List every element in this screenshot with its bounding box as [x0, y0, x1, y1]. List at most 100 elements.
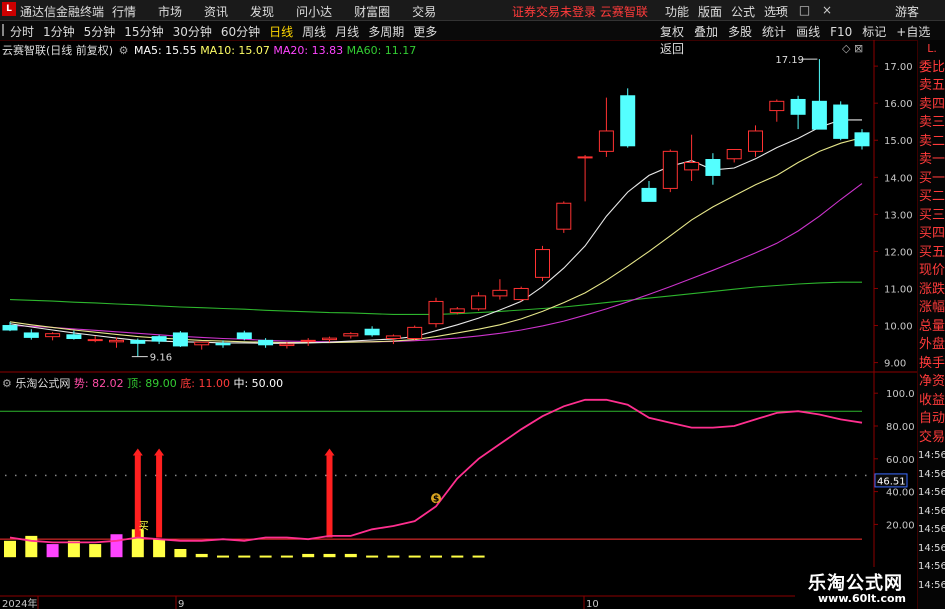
tool-button-3[interactable]: 统计: [762, 23, 786, 40]
candle-38: [811, 59, 827, 130]
signal-bar: [156, 455, 163, 538]
sidebar-item-7[interactable]: 买二: [918, 188, 945, 207]
mid-dot: [425, 474, 427, 477]
period-tab-5[interactable]: 60分钟: [221, 23, 260, 40]
sidebar-item-10[interactable]: 买五: [918, 244, 945, 263]
mid-dot: [655, 474, 657, 477]
candle-body: [471, 295, 487, 310]
sidebar-item-13[interactable]: 涨幅: [918, 299, 945, 318]
tool-button-0[interactable]: 复权: [660, 23, 684, 40]
period-tab-3[interactable]: 15分钟: [124, 23, 163, 40]
sidebar-item-5[interactable]: 卖一: [918, 151, 945, 170]
sidebar-item-17[interactable]: 净资: [918, 373, 945, 392]
window-controls[interactable]: — □ ×: [775, 3, 836, 17]
right-menu-item-2[interactable]: 公式: [731, 3, 755, 20]
candle-body: [854, 132, 870, 147]
menu-item-2[interactable]: 资讯: [204, 3, 228, 20]
sidebar-item-6[interactable]: 买一: [918, 170, 945, 189]
sidebar-item-2[interactable]: 卖四: [918, 96, 945, 115]
sidebar-item-27[interactable]: 14:56: [918, 558, 945, 577]
candle-28: [598, 97, 614, 157]
sidebar-item-20[interactable]: 交易: [918, 429, 945, 448]
sidebar-item-8[interactable]: 买三: [918, 207, 945, 226]
sidebar-item-26[interactable]: 14:56: [918, 540, 945, 559]
mid-dot: [715, 474, 717, 477]
price-tick-label-2: 15.00: [884, 136, 913, 147]
signal-arrow-icon: [132, 448, 143, 456]
guest-button[interactable]: 游客: [895, 3, 919, 20]
candle-8: [172, 331, 188, 348]
candle-body: [684, 161, 700, 171]
candle-26: [556, 201, 572, 233]
mid-dot: [635, 474, 637, 477]
mid-dot: [555, 474, 557, 477]
sidebar-item-12[interactable]: 涨跌: [918, 281, 945, 300]
indicator-panel: 买$: [0, 398, 867, 558]
indicator-bar-10: [217, 555, 229, 558]
sidebar-item-9[interactable]: 买四: [918, 225, 945, 244]
login-notice[interactable]: 证券交易未登录 云赛智联: [512, 3, 648, 20]
sidebar-item-4[interactable]: 卖二: [918, 133, 945, 152]
menu-item-0[interactable]: 行情: [112, 3, 136, 20]
period-tab-0[interactable]: 分时: [10, 23, 34, 40]
tool-button-4[interactable]: 画线: [796, 23, 820, 40]
period-tab-7[interactable]: 周线: [302, 23, 326, 40]
mid-dot: [625, 474, 627, 477]
period-tab-2[interactable]: 5分钟: [84, 23, 116, 40]
tool-button-6[interactable]: 标记: [862, 23, 886, 40]
sidebar-item-25[interactable]: 14:56: [918, 521, 945, 540]
candle-4: [87, 335, 103, 343]
period-tab-9[interactable]: 多周期: [368, 23, 404, 40]
tool-button-7[interactable]: +自选: [896, 23, 930, 40]
mid-dot: [765, 474, 767, 477]
mid-dot: [235, 474, 237, 477]
menu-item-1[interactable]: 市场: [158, 3, 182, 20]
sidebar-item-22[interactable]: 14:56: [918, 466, 945, 485]
sidebar-item-1[interactable]: 卖五: [918, 77, 945, 96]
candle-35: [748, 125, 763, 157]
sidebar-item-14[interactable]: 总量: [918, 318, 945, 337]
right-menu-item-0[interactable]: 功能: [665, 3, 689, 20]
mid-dot: [815, 474, 817, 477]
menu-item-6[interactable]: 交易: [412, 3, 436, 20]
indicator-bar-14: [302, 553, 315, 558]
price-tick-label-6: 11.00: [884, 284, 913, 295]
period-tabs: 分时 1分钟 5分钟 15分钟 30分钟 60分钟 日线 周线 月线 多周期 更多: [10, 23, 446, 40]
sidebar-item-0[interactable]: 委比: [918, 59, 945, 78]
sidebar-item-15[interactable]: 外盘: [918, 336, 945, 355]
period-tab-10[interactable]: 更多: [413, 23, 437, 40]
mid-dot: [35, 474, 37, 477]
menu-item-4[interactable]: 问小达: [296, 3, 332, 20]
menu-item-5[interactable]: 财富圈: [354, 3, 390, 20]
sidebar-item-23[interactable]: 14:56: [918, 484, 945, 503]
sidebar-item-19[interactable]: 自动: [918, 410, 945, 429]
mid-dot: [115, 474, 117, 477]
indicator-bar-17: [366, 555, 379, 558]
mid-dot: [395, 474, 397, 477]
kline-chart[interactable]: 17.199.16 买$ 17.0016.0015.0014.0013.0012…: [0, 40, 917, 609]
tool-button-2[interactable]: 多股: [728, 23, 752, 40]
menu-item-3[interactable]: 发现: [250, 3, 274, 20]
sidebar-item-24[interactable]: 14:56: [918, 503, 945, 522]
mid-dot: [675, 474, 677, 477]
tool-button-1[interactable]: 叠加: [694, 23, 718, 40]
sidebar-item-16[interactable]: 换手: [918, 355, 945, 374]
sidebar-item-21[interactable]: 14:56: [918, 447, 945, 466]
candle-25: [535, 245, 550, 282]
candle-11: [236, 330, 252, 341]
right-menu-item-1[interactable]: 版面: [698, 3, 722, 20]
tool-button-5[interactable]: F10: [830, 25, 852, 39]
candle-36: [769, 99, 785, 122]
sidebar-item-28[interactable]: 14:56: [918, 577, 945, 596]
indicator-bar-19: [408, 555, 421, 558]
mid-dot: [165, 474, 167, 477]
signal-bar: [326, 455, 333, 538]
period-tab-1[interactable]: 1分钟: [43, 23, 75, 40]
sidebar-item-18[interactable]: 收益: [918, 392, 945, 411]
sidebar-item-3[interactable]: 卖三: [918, 114, 945, 133]
sidebar-item-11[interactable]: 现价: [918, 262, 945, 281]
period-tab-6[interactable]: 日线: [269, 23, 293, 40]
buy-label: 买: [139, 520, 149, 532]
period-tab-4[interactable]: 30分钟: [173, 23, 212, 40]
period-tab-8[interactable]: 月线: [335, 23, 359, 40]
